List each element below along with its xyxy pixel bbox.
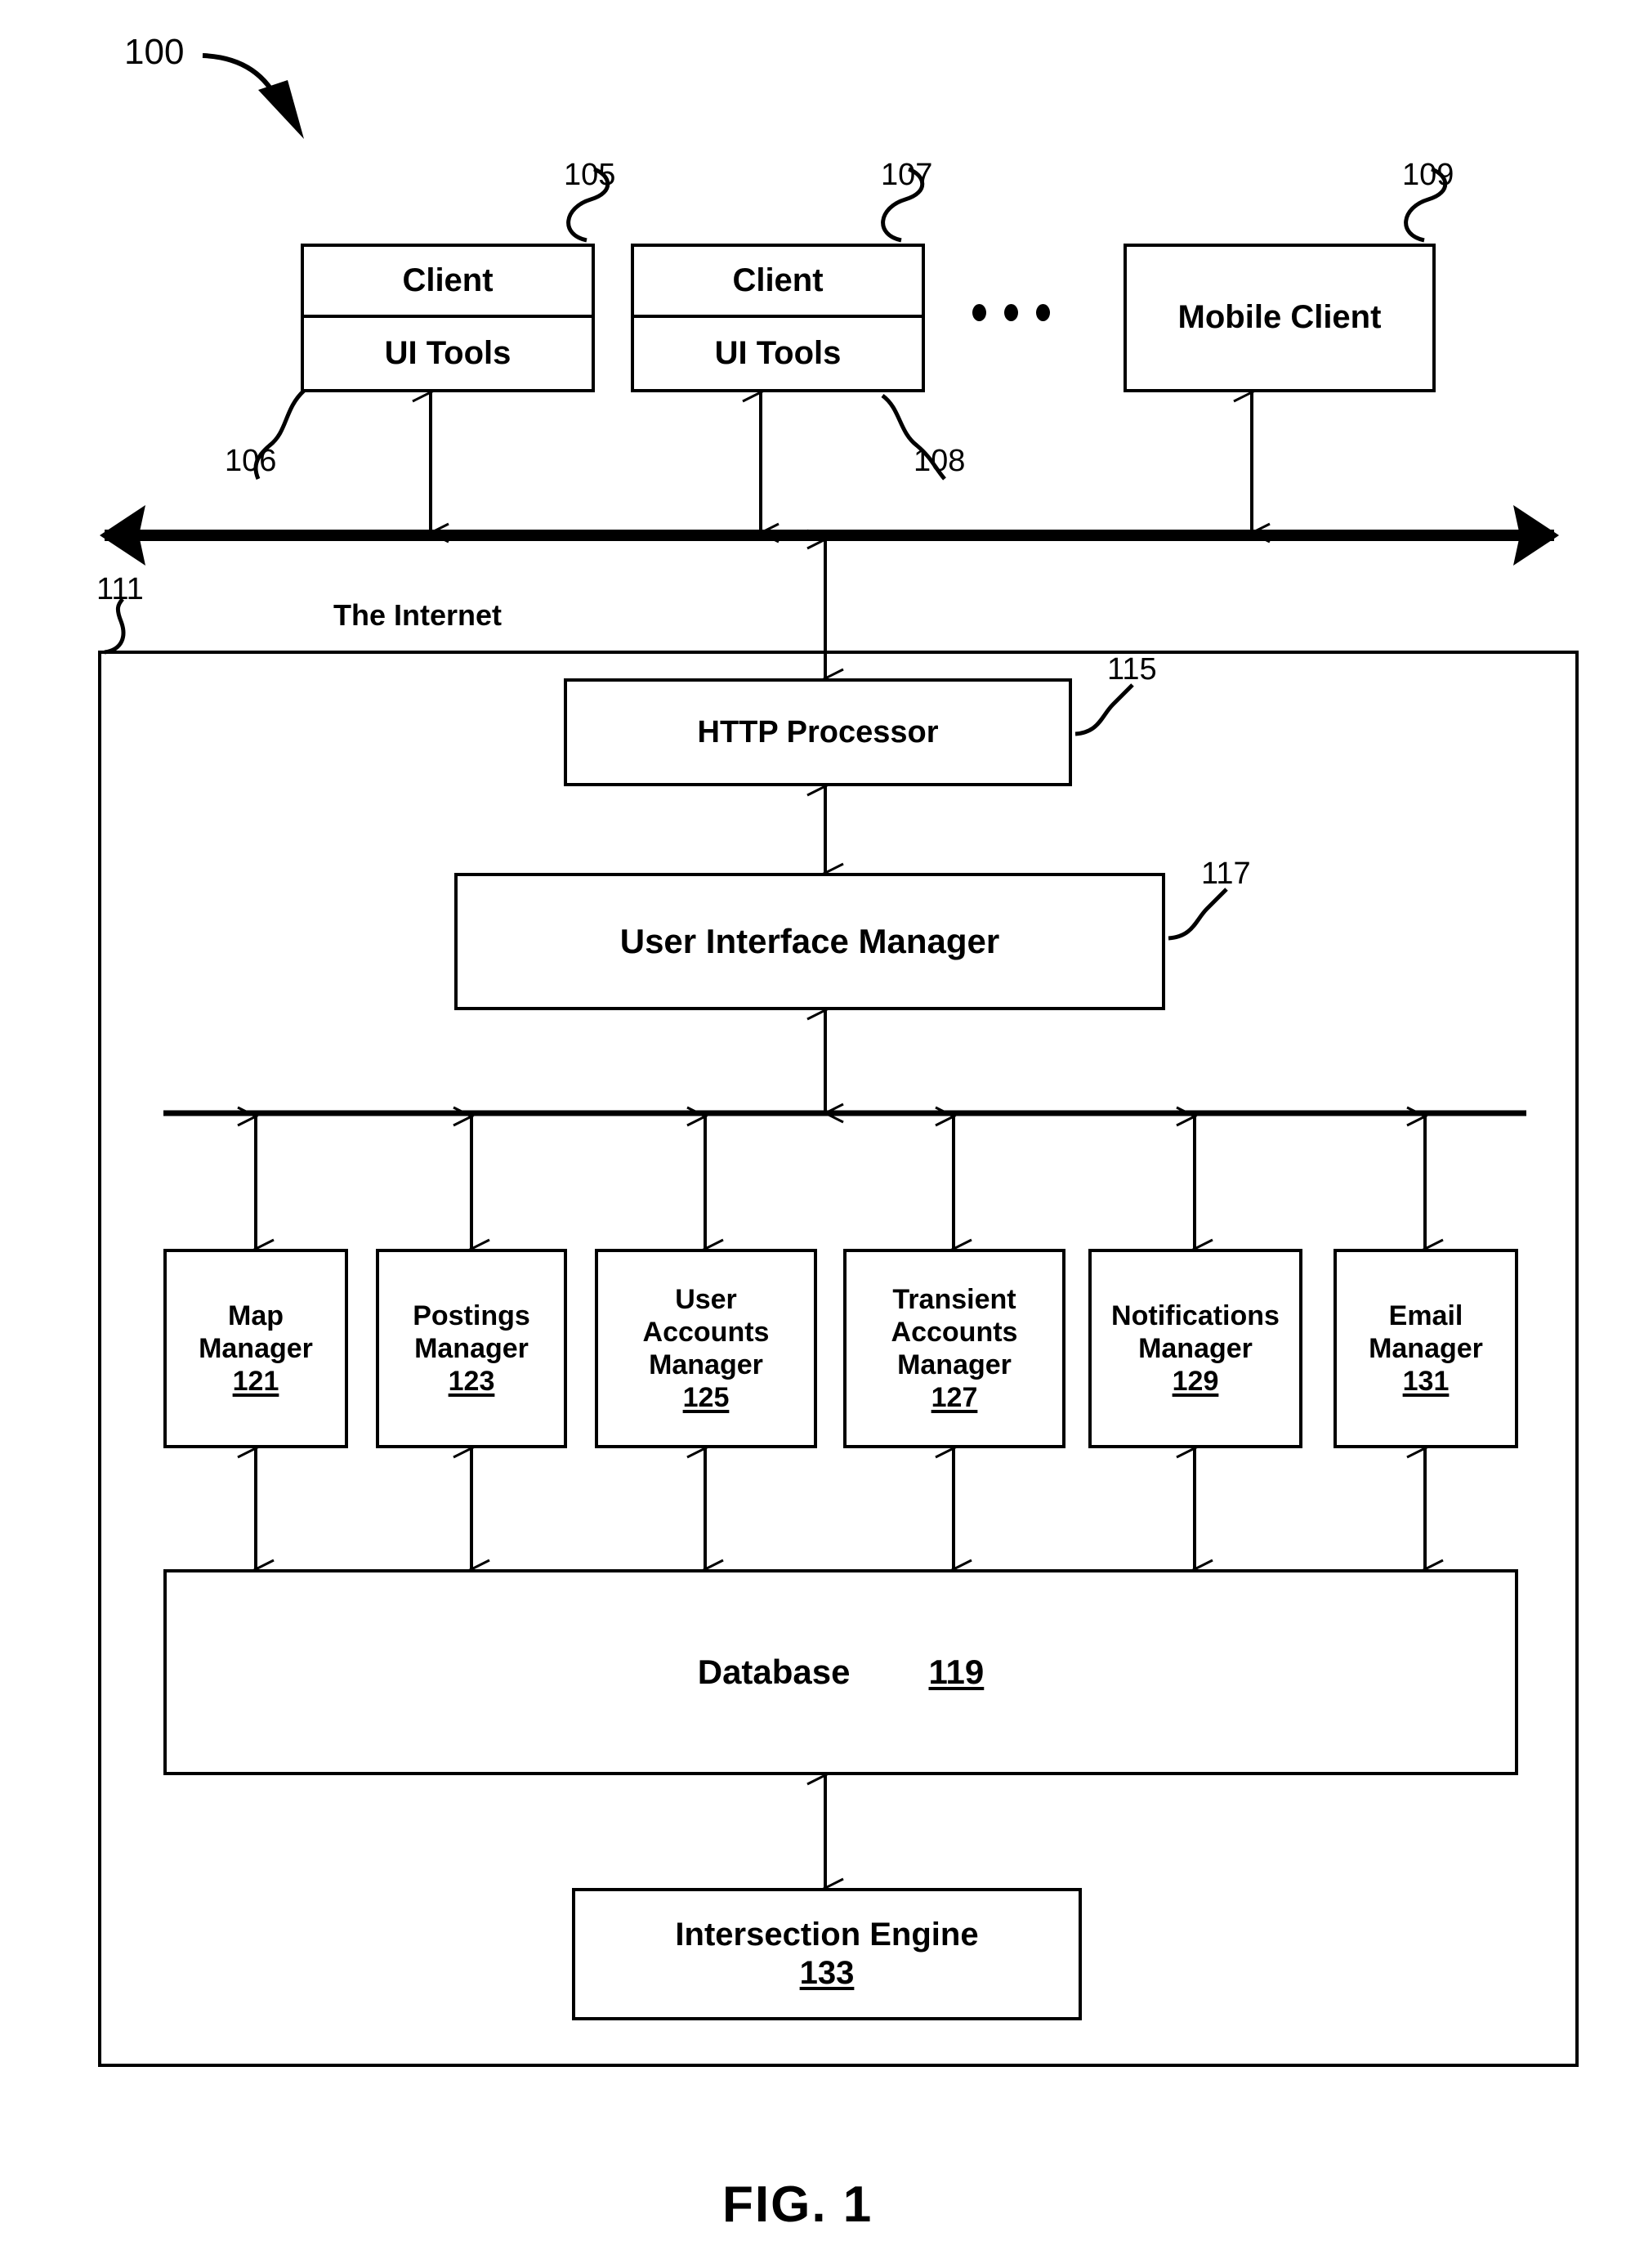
notifications-manager-num: 129 <box>1172 1366 1219 1398</box>
email-manager-line2: Manager <box>1369 1332 1483 1364</box>
ref-106: 106 <box>225 444 277 478</box>
notifications-manager-line1: Notifications <box>1111 1300 1280 1331</box>
user-accounts-manager-num: 125 <box>682 1382 730 1414</box>
client-box-107-title: Client <box>732 262 824 298</box>
ref-108: 108 <box>914 444 966 478</box>
ref-115: 115 <box>1107 652 1157 687</box>
postings-manager-num: 123 <box>448 1366 495 1398</box>
ellipsis-dot-2 <box>1004 304 1018 321</box>
email-manager-line1: Email <box>1388 1300 1463 1331</box>
database-num: 119 <box>928 1653 985 1692</box>
client-box-107-subtitle: UI Tools <box>714 334 842 371</box>
client-box-107[interactable]: Client UI Tools <box>631 244 925 392</box>
leader-117 <box>1168 888 1228 941</box>
user-accounts-manager-line2: Accounts <box>642 1316 770 1348</box>
user-accounts-manager-line3: Manager <box>649 1349 763 1380</box>
email-manager-num: 131 <box>1402 1366 1450 1398</box>
map-manager-line1: Map <box>228 1300 284 1331</box>
internet-label: The Internet <box>333 598 503 632</box>
map-manager-num: 121 <box>232 1366 279 1398</box>
transient-accounts-manager-line3: Manager <box>897 1349 1012 1380</box>
postings-manager-line2: Manager <box>414 1332 529 1364</box>
database-label-row: Database 119 <box>698 1652 985 1693</box>
transient-accounts-manager-line2: Accounts <box>891 1316 1018 1348</box>
postings-manager-line1: Postings <box>413 1300 530 1331</box>
leader-111 <box>104 597 126 655</box>
ref-117: 117 <box>1201 857 1251 891</box>
transient-accounts-manager-box[interactable]: Transient Accounts Manager 127 <box>843 1249 1065 1448</box>
ellipsis-dot-3 <box>1036 304 1050 321</box>
database-box[interactable]: Database 119 <box>163 1569 1518 1775</box>
clients-ellipsis <box>972 304 1050 321</box>
user-accounts-manager-line1: User <box>675 1283 737 1315</box>
ellipsis-dot-1 <box>972 304 986 321</box>
ref-100: 100 <box>124 32 185 72</box>
client-box-105[interactable]: Client UI Tools <box>301 244 595 392</box>
http-processor-label: HTTP Processor <box>697 714 939 749</box>
ref-111: 111 <box>96 572 144 606</box>
map-manager-line2: Manager <box>199 1332 313 1364</box>
leader-115 <box>1074 683 1134 736</box>
ref-109: 109 <box>1402 158 1454 192</box>
patent-figure-page: 100 105 107 109 106 108 111 115 117 Clie… <box>0 0 1644 2268</box>
client-box-105-title: Client <box>402 262 494 298</box>
figure-caption: FIG. 1 <box>722 2176 873 2233</box>
map-manager-box[interactable]: Map Manager 121 <box>163 1249 348 1448</box>
intersection-engine-num: 133 <box>799 1955 855 1991</box>
system-leader-arrow <box>202 53 304 139</box>
mobile-client-box-109[interactable]: Mobile Client <box>1124 244 1436 392</box>
postings-manager-box[interactable]: Postings Manager 123 <box>376 1249 567 1448</box>
user-accounts-manager-box[interactable]: User Accounts Manager 125 <box>595 1249 817 1448</box>
database-label: Database <box>697 1653 851 1692</box>
transient-accounts-manager-num: 127 <box>931 1382 978 1414</box>
intersection-engine-label: Intersection Engine <box>675 1916 979 1953</box>
mobile-client-label: Mobile Client <box>1177 299 1382 336</box>
notifications-manager-line2: Manager <box>1138 1332 1253 1364</box>
transient-accounts-manager-line1: Transient <box>892 1283 1016 1315</box>
ref-107: 107 <box>881 158 933 192</box>
user-interface-manager-label: User Interface Manager <box>619 922 1000 961</box>
email-manager-box[interactable]: Email Manager 131 <box>1334 1249 1518 1448</box>
intersection-engine-box[interactable]: Intersection Engine 133 <box>572 1888 1082 2020</box>
client-box-105-subtitle: UI Tools <box>384 334 512 371</box>
internet-bus-line <box>100 505 1559 566</box>
user-interface-manager-box[interactable]: User Interface Manager <box>454 873 1165 1010</box>
ref-105: 105 <box>564 158 616 192</box>
notifications-manager-box[interactable]: Notifications Manager 129 <box>1088 1249 1302 1448</box>
http-processor-box[interactable]: HTTP Processor <box>564 678 1072 786</box>
